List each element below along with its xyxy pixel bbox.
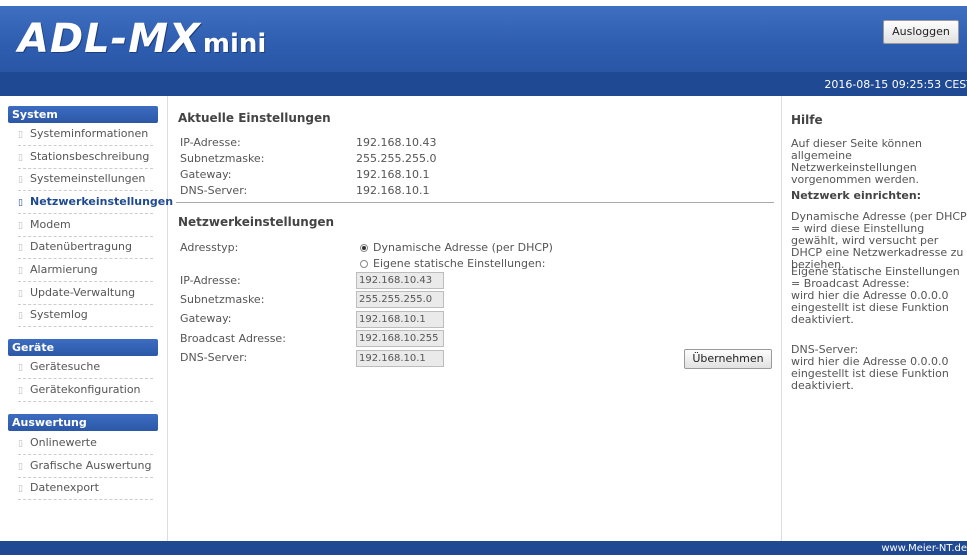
sidebar-item-label: Alarmierung [30, 263, 98, 276]
dns-label: DNS-Server: [180, 351, 248, 364]
sidebar-item-stationsbeschreibung[interactable]: ▯ Stationsbeschreibung [18, 146, 153, 169]
current-value: 192.168.10.43 [356, 136, 437, 149]
radio-dhcp-label: Dynamische Adresse (per DHCP) [373, 241, 553, 254]
sidebar-item-grafische-auswertung[interactable]: ▯ Grafische Auswertung [18, 455, 153, 478]
sidebar-item-datenexport[interactable]: ▯ Datenexport [18, 477, 153, 500]
ip-label: IP-Adresse: [180, 274, 241, 287]
current-value: 192.168.10.1 [356, 184, 430, 197]
footer: www.Meier-NT.de [0, 541, 967, 555]
sidebar-item-alarmierung[interactable]: ▯ Alarmierung [18, 259, 153, 282]
gateway-field[interactable]: 192.168.10.1 [356, 311, 444, 328]
sidebar-item-label: Stationsbeschreibung [30, 150, 150, 163]
broadcast-address-field[interactable]: 192.168.10.255 [356, 330, 444, 347]
logo: ADL-MXmini [18, 16, 266, 62]
bullet-icon: ▯ [18, 439, 23, 449]
current-label: DNS-Server: [180, 184, 248, 197]
bullet-icon: ▯ [18, 289, 23, 299]
sidebar-item-label: Modem [30, 218, 71, 231]
sidebar-item-modem[interactable]: ▯ Modem [18, 214, 153, 237]
current-label: Subnetzmaske: [180, 152, 265, 165]
logout-button[interactable]: Ausloggen [883, 20, 959, 44]
sidebar-item-geraetesuche[interactable]: ▯ Gerätesuche [18, 356, 153, 379]
sidebar-item-label: Netzwerkeinstellungen [30, 195, 174, 208]
header: ADL-MXmini Ausloggen [0, 6, 967, 72]
subnet-label: Subnetzmaske: [180, 293, 265, 306]
help-intro: Auf dieser Seite können allgemeine Netzw… [791, 137, 922, 186]
bullet-icon: ▯ [18, 243, 23, 253]
broadcast-label: Broadcast Adresse: [180, 332, 286, 345]
sidebar-item-label: Systemlog [30, 308, 88, 321]
bullet-icon: ▯ [18, 266, 23, 276]
dns-server-field[interactable]: 192.168.10.1 [356, 350, 444, 367]
help-panel: Hilfe Auf dieser Seite können allgemeine… [781, 96, 967, 541]
help-paragraph: Eigene statische Einstellungen = Broadca… [791, 265, 960, 326]
subnet-mask-field[interactable]: 255.255.255.0 [356, 291, 444, 308]
date-bar: 2016-08-15 09:25:53 CEST [0, 72, 967, 96]
bullet-icon: ▯ [18, 311, 23, 321]
bullet-icon: ▯ [18, 198, 23, 208]
sidebar-item-label: Gerätekonfiguration [30, 383, 141, 396]
help-section-title: Netzwerk einrichten: [791, 189, 922, 202]
sidebar-item-label: Onlinewerte [30, 436, 97, 449]
datetime: 2016-08-15 09:25:53 CEST [824, 78, 967, 91]
sidebar-item-systeminformationen[interactable]: ▯ Systeminformationen [18, 123, 153, 146]
current-label: Gateway: [180, 168, 232, 181]
main-content: Aktuelle Einstellungen IP-Adresse: 192.1… [168, 96, 780, 541]
apply-button[interactable]: Übernehmen [684, 349, 772, 369]
sidebar: System ▯ Systeminformationen ▯ Stationsbes… [0, 96, 173, 541]
group-geraete: Geräte [8, 339, 158, 356]
bullet-icon: ▯ [18, 363, 23, 373]
help-title: Hilfe [791, 113, 823, 127]
bullet-icon: ▯ [18, 175, 23, 185]
sidebar-item-update-verwaltung[interactable]: ▯ Update-Verwaltung [18, 282, 153, 305]
radio-unselected-icon [360, 260, 368, 268]
current-settings-title: Aktuelle Einstellungen [178, 111, 331, 125]
sidebar-item-onlinewerte[interactable]: ▯ Onlinewerte [18, 432, 153, 455]
sidebar-item-label: Datenexport [30, 481, 99, 494]
sidebar-item-label: Systeminformationen [30, 127, 149, 140]
current-label: IP-Adresse: [180, 136, 241, 149]
radio-static-label: Eigene statische Einstellungen: [373, 257, 546, 270]
gateway-label: Gateway: [180, 312, 232, 325]
sidebar-item-label: Grafische Auswertung [30, 459, 152, 472]
logo-sub: mini [202, 29, 267, 59]
divider [176, 202, 774, 203]
group-auswertung: Auswertung [8, 414, 158, 431]
bullet-icon: ▯ [18, 484, 23, 494]
help-paragraph: Dynamische Adresse (per DHCP) = wird die… [791, 210, 967, 271]
radio-selected-icon [360, 244, 368, 252]
sidebar-item-label: Gerätesuche [30, 360, 101, 373]
sidebar-item-systemeinstellungen[interactable]: ▯ Systemeinstellungen [18, 168, 153, 191]
logo-main: ADL-MX [18, 16, 201, 62]
bullet-icon: ▯ [18, 386, 23, 396]
sidebar-item-netzwerkeinstellungen[interactable]: ▯ Netzwerkeinstellungen [18, 191, 173, 214]
sidebar-item-label: Systemeinstellungen [30, 172, 146, 185]
ip-address-field[interactable]: 192.168.10.43 [356, 272, 444, 289]
bullet-icon: ▯ [18, 153, 23, 163]
radio-dhcp[interactable]: Dynamische Adresse (per DHCP) [360, 241, 553, 254]
address-type-label: Adresstyp: [180, 241, 239, 254]
sidebar-item-geraetekonfiguration[interactable]: ▯ Gerätekonfiguration [18, 379, 153, 402]
current-value: 255.255.255.0 [356, 152, 437, 165]
help-paragraph: DNS-Server: wird hier die Adresse 0.0.0.… [791, 343, 949, 392]
bullet-icon: ▯ [18, 462, 23, 472]
bullet-icon: ▯ [18, 221, 23, 231]
network-settings-title: Netzwerkeinstellungen [178, 215, 335, 229]
group-system: System [8, 106, 158, 123]
bullet-icon: ▯ [18, 130, 23, 140]
sidebar-item-systemlog[interactable]: ▯ Systemlog [18, 304, 153, 327]
radio-static[interactable]: Eigene statische Einstellungen: [360, 257, 545, 270]
sidebar-item-datenuebertragung[interactable]: ▯ Datenübertragung [18, 236, 153, 259]
footer-url[interactable]: www.Meier-NT.de [881, 543, 967, 554]
current-value: 192.168.10.1 [356, 168, 430, 181]
sidebar-item-label: Update-Verwaltung [30, 286, 136, 299]
sidebar-item-label: Datenübertragung [30, 240, 132, 253]
